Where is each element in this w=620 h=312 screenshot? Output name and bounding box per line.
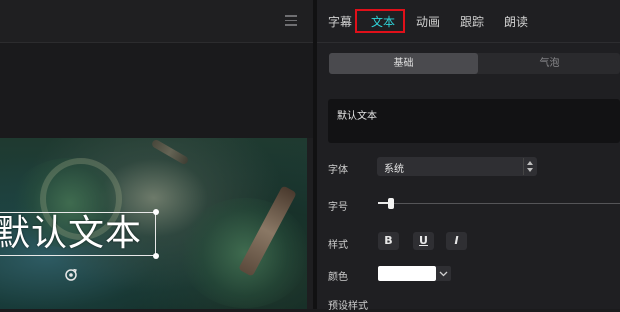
text-input-value[interactable]: 默认文本 xyxy=(337,107,377,122)
inspector-panel: 字幕 文本 动画 跟踪 朗读 基础 气泡 默认文本 字体 系统 字号 样式 B … xyxy=(317,0,620,312)
segment-bubble[interactable]: 气泡 xyxy=(479,53,620,74)
font-label: 字体 xyxy=(328,165,348,176)
tab-highlight-box xyxy=(355,9,405,33)
chevron-updown-icon[interactable] xyxy=(523,158,536,175)
tab-animation[interactable]: 动画 xyxy=(416,13,440,30)
underline-button[interactable]: U xyxy=(413,232,434,250)
text-input-area[interactable]: 默认文本 xyxy=(328,99,620,143)
rotate-icon[interactable] xyxy=(64,268,78,282)
preview-panel: 默认文本 xyxy=(0,0,313,309)
basic-bubble-switch: 基础 气泡 xyxy=(329,53,620,74)
preview-header xyxy=(0,0,313,43)
color-swatch[interactable] xyxy=(378,266,436,281)
tab-subtitle[interactable]: 字幕 xyxy=(328,13,352,30)
resize-handle-top-right[interactable] xyxy=(153,209,159,215)
bold-button[interactable]: B xyxy=(378,232,399,250)
tab-tracking[interactable]: 跟踪 xyxy=(460,13,484,30)
segment-basic[interactable]: 基础 xyxy=(329,53,478,74)
color-label: 颜色 xyxy=(328,272,348,283)
inspector-tabs: 字幕 文本 动画 跟踪 朗读 xyxy=(317,0,620,43)
font-select-value: 系统 xyxy=(384,164,404,175)
preset-style-label: 预设样式 xyxy=(328,301,368,312)
italic-button[interactable]: I xyxy=(446,232,467,250)
resize-handle-bottom-right[interactable] xyxy=(153,253,159,259)
text-selection-box[interactable] xyxy=(0,209,159,259)
font-size-slider-track[interactable] xyxy=(378,203,620,204)
menu-icon[interactable] xyxy=(285,15,297,26)
style-label: 样式 xyxy=(328,240,348,251)
font-size-label: 字号 xyxy=(328,202,348,213)
tab-read-aloud[interactable]: 朗读 xyxy=(504,13,528,30)
font-select[interactable]: 系统 xyxy=(377,157,537,176)
preview-letterbox xyxy=(0,43,313,138)
chevron-down-icon[interactable] xyxy=(436,266,451,281)
font-size-slider-thumb[interactable] xyxy=(388,198,394,209)
